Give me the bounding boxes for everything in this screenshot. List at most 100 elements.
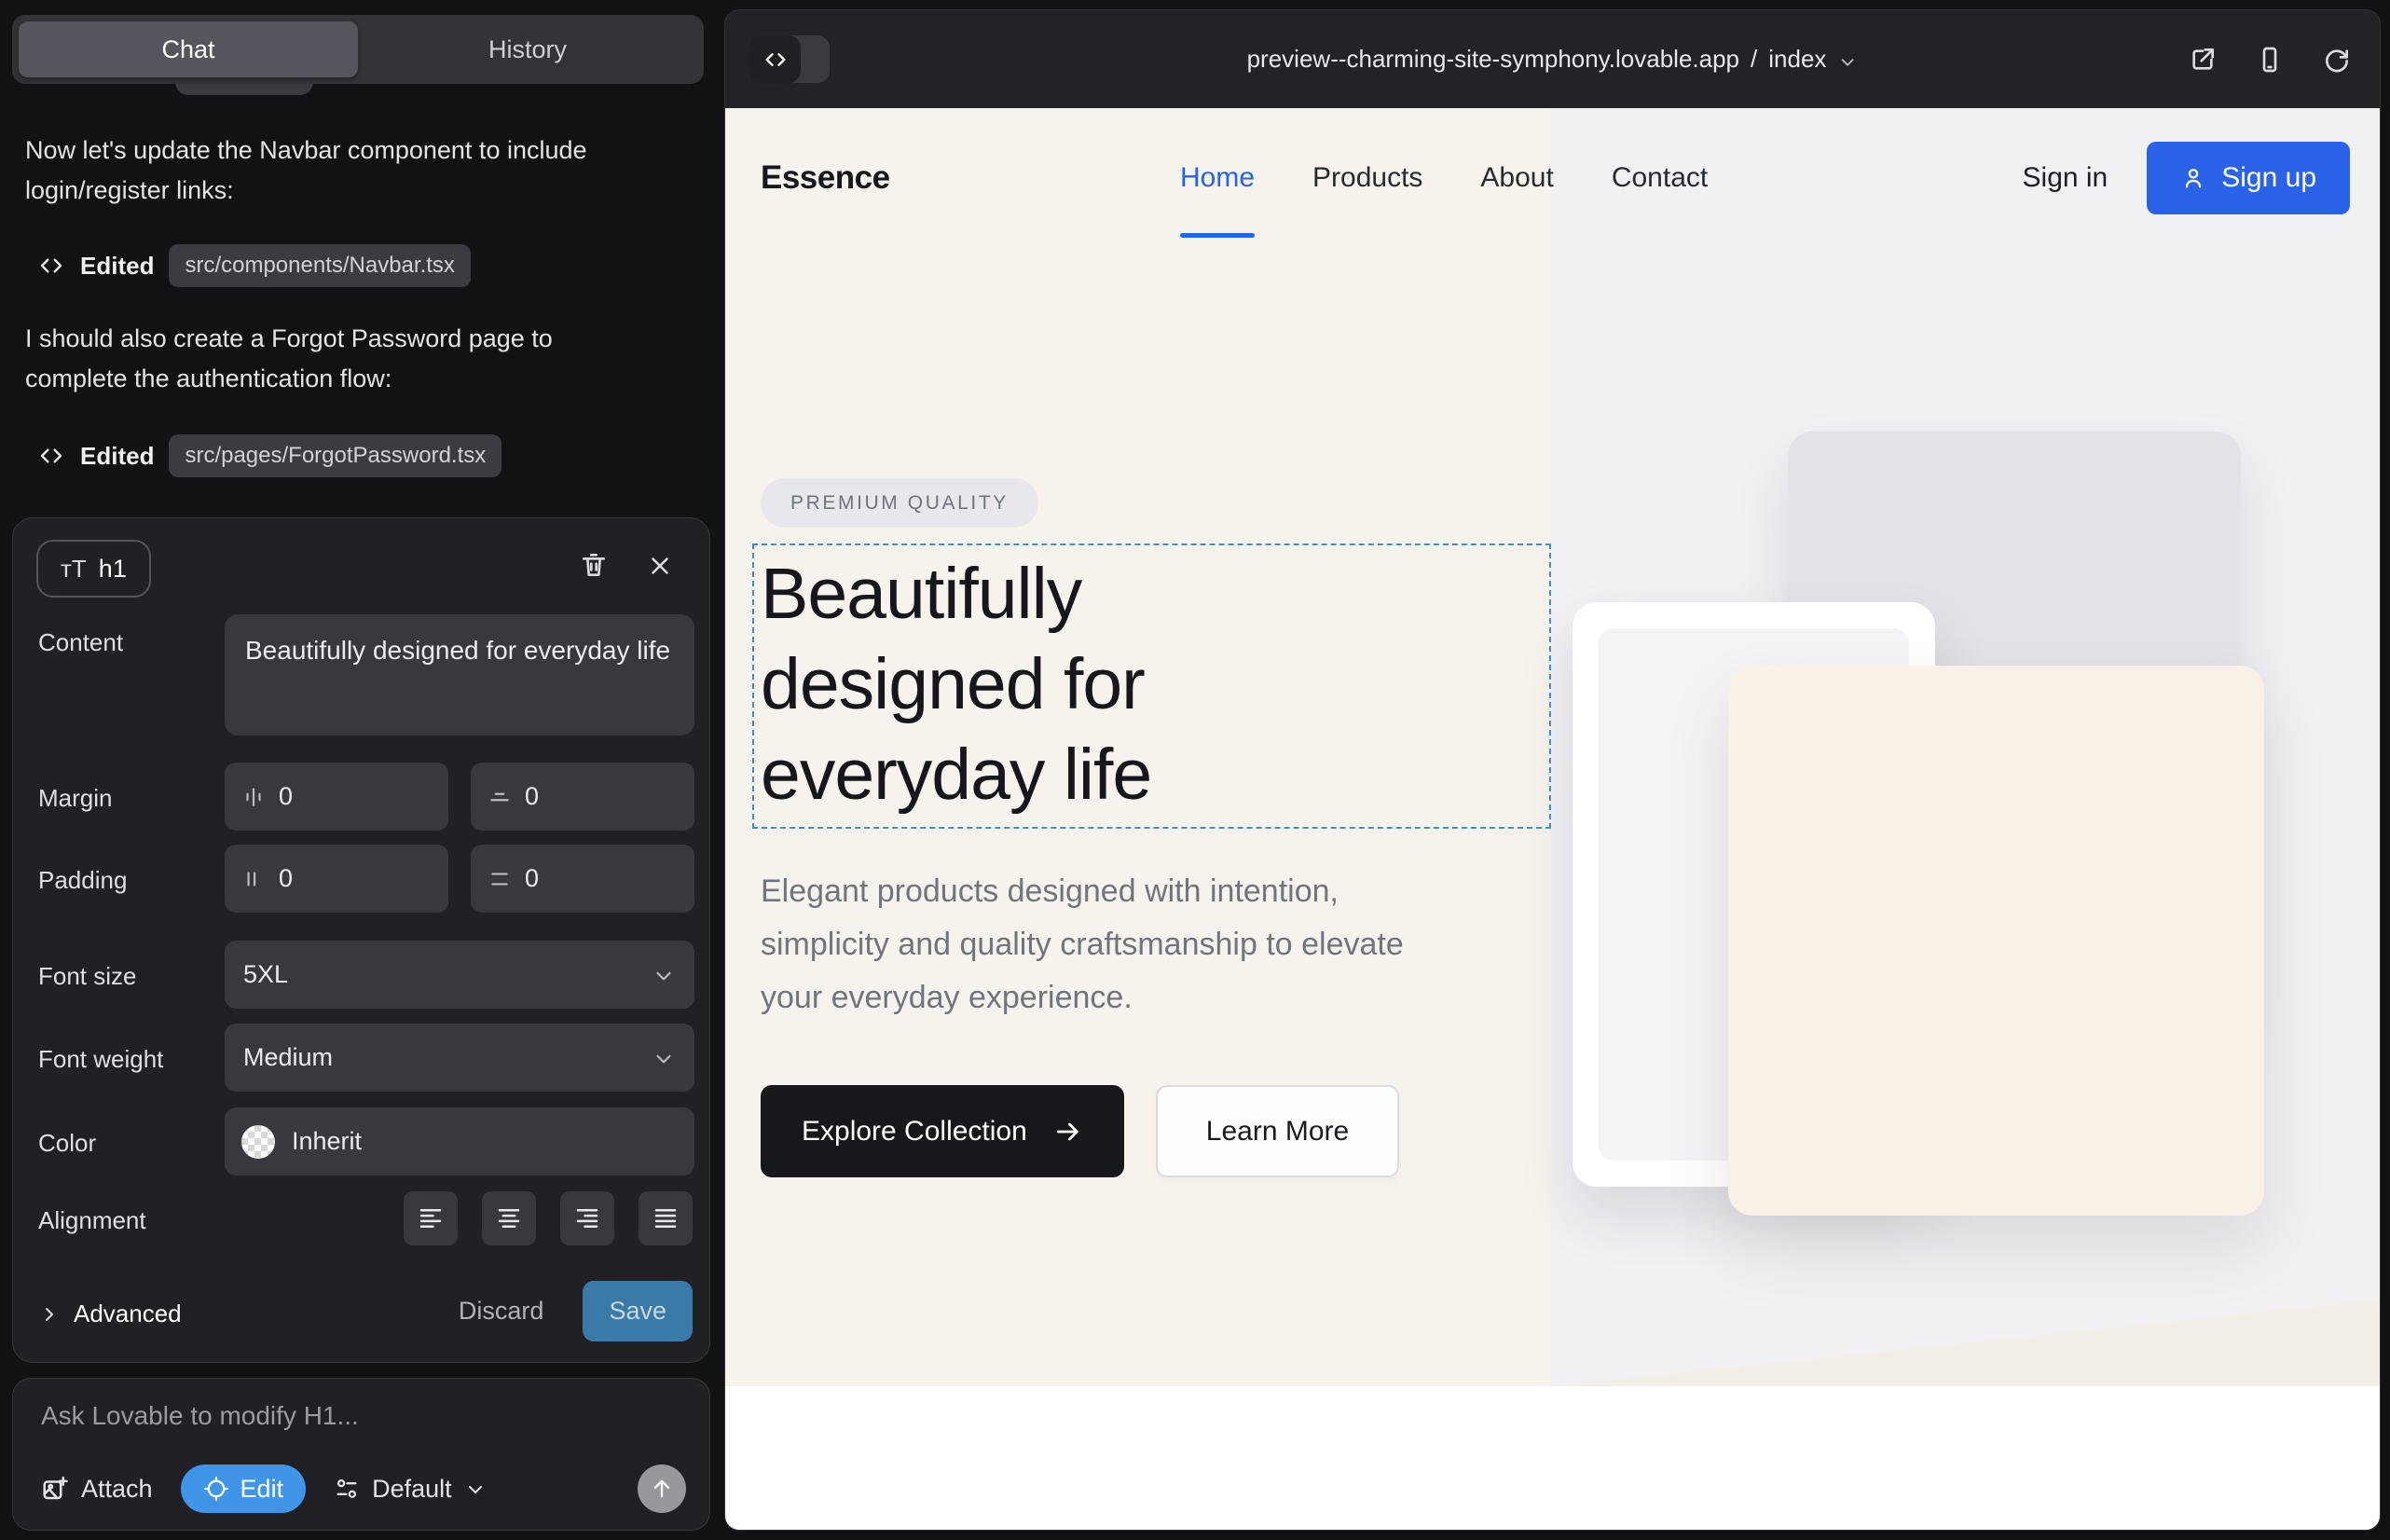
lovable-workspace: ·· Chat History Now let's update the Nav… — [0, 0, 2390, 1540]
attach-button[interactable]: Attach — [41, 1475, 153, 1504]
hero-description: Elegant products designed with intention… — [761, 865, 1413, 1024]
chevron-down-icon — [652, 1046, 676, 1070]
delete-element-button[interactable] — [579, 550, 609, 580]
margin-y-input[interactable]: 0 — [471, 763, 694, 831]
padding-x-input[interactable]: 0 — [225, 845, 448, 913]
tab-history[interactable]: History — [358, 21, 697, 77]
nav-link-contact[interactable]: Contact — [1612, 108, 1708, 248]
align-justify-button[interactable] — [639, 1191, 693, 1245]
preview-toolbar: preview--charming-site-symphony.lovable.… — [725, 10, 2380, 108]
font-weight-select[interactable]: Medium — [225, 1024, 694, 1092]
url-bar[interactable]: preview--charming-site-symphony.lovable.… — [1247, 10, 1859, 108]
typography-icon: тT — [61, 555, 87, 584]
font-size-value: 5XL — [243, 960, 288, 989]
learn-more-button[interactable]: Learn More — [1156, 1085, 1399, 1177]
edited-label: Edited — [80, 252, 154, 281]
code-preview-toggle[interactable] — [749, 35, 830, 83]
code-icon — [37, 442, 65, 470]
margin-horizontal-icon — [241, 785, 266, 809]
default-mode-button[interactable]: Default — [334, 1475, 487, 1504]
align-center-button[interactable] — [482, 1191, 536, 1245]
sign-up-button[interactable]: Sign up — [2147, 142, 2350, 214]
file-chip[interactable]: src/components/Navbar.tsx — [169, 244, 470, 287]
url-separator: / — [1751, 45, 1757, 74]
chat-history-tabs: Chat History — [12, 15, 704, 84]
discard-button[interactable]: Discard — [459, 1297, 544, 1326]
refresh-button[interactable] — [2322, 45, 2352, 75]
explore-collection-label: Explore Collection — [802, 1116, 1027, 1148]
hero-cta-group: Explore Collection Learn More — [761, 1085, 1399, 1177]
file-chip[interactable]: src/pages/ForgotPassword.tsx — [169, 434, 501, 477]
margin-label: Margin — [38, 784, 112, 813]
edited-file-row: Edited src/components/Navbar.tsx — [37, 242, 471, 289]
advanced-toggle[interactable]: Advanced — [38, 1299, 182, 1328]
editor-actions: Discard Save — [459, 1281, 693, 1341]
tab-chat[interactable]: Chat — [19, 21, 358, 77]
chevron-right-icon — [38, 1303, 61, 1326]
save-button[interactable]: Save — [583, 1281, 693, 1341]
selected-element-pill: тT h1 — [36, 540, 151, 598]
align-justify-icon — [652, 1204, 680, 1232]
margin-x-input[interactable]: 0 — [225, 763, 448, 831]
padding-y-value: 0 — [525, 864, 539, 893]
close-editor-button[interactable] — [646, 552, 674, 580]
chat-panel: ·· Chat History Now let's update the Nav… — [0, 0, 724, 1540]
content-input[interactable]: Beautifully designed for everyday life — [225, 614, 694, 736]
advanced-label: Advanced — [74, 1299, 182, 1328]
open-in-new-tab-button[interactable] — [2188, 45, 2218, 75]
site-logo[interactable]: Essence — [761, 108, 890, 248]
transparent-swatch-icon — [241, 1125, 275, 1159]
send-button[interactable] — [638, 1464, 686, 1513]
align-right-button[interactable] — [560, 1191, 614, 1245]
site-navbar: Essence Home Products About Contact Sign… — [725, 108, 2381, 248]
arrow-right-icon — [1053, 1117, 1083, 1147]
chevron-down-icon — [652, 963, 676, 987]
hero-heading[interactable]: Beautifully designed for everyday life — [761, 549, 1301, 820]
site-auth: Sign in Sign up — [2023, 108, 2350, 248]
element-tag: h1 — [99, 555, 127, 584]
external-link-icon — [2188, 45, 2218, 75]
attach-label: Attach — [81, 1475, 153, 1504]
padding-label: Padding — [38, 866, 127, 895]
arrow-up-icon — [649, 1476, 675, 1502]
mobile-view-button[interactable] — [2255, 45, 2285, 75]
edit-mode-button[interactable]: Edit — [181, 1464, 307, 1513]
chat-composer: Attach Edit Default — [12, 1378, 710, 1531]
sign-up-label: Sign up — [2221, 162, 2316, 194]
nav-link-products[interactable]: Products — [1312, 108, 1422, 248]
refresh-icon — [2322, 45, 2352, 75]
nav-link-home[interactable]: Home — [1180, 108, 1255, 248]
padding-y-input[interactable]: 0 — [471, 845, 694, 913]
code-icon — [37, 252, 65, 280]
explore-collection-button[interactable]: Explore Collection — [761, 1085, 1124, 1177]
default-label: Default — [372, 1475, 452, 1504]
preview-tools — [2188, 10, 2352, 108]
chevron-down-icon — [464, 1478, 487, 1500]
edited-file-row: Edited src/pages/ForgotPassword.tsx — [37, 433, 501, 479]
margin-x-value: 0 — [279, 782, 293, 811]
align-left-button[interactable] — [404, 1191, 458, 1245]
site-preview: Essence Home Products About Contact Sign… — [725, 108, 2381, 1531]
color-select[interactable]: Inherit — [225, 1107, 694, 1176]
color-label: Color — [38, 1129, 96, 1158]
hero-badge: PREMIUM QUALITY — [761, 478, 1038, 528]
chat-message: Now let's update the Navbar component to… — [25, 131, 603, 211]
chat-input[interactable] — [41, 1401, 684, 1453]
padding-horizontal-icon — [241, 867, 266, 891]
close-icon — [646, 552, 674, 580]
composer-toolbar: Attach Edit Default — [41, 1464, 487, 1513]
smartphone-icon — [2255, 45, 2285, 75]
padding-vertical-icon — [488, 867, 512, 891]
nav-link-about[interactable]: About — [1480, 108, 1553, 248]
padding-x-value: 0 — [279, 864, 293, 893]
element-selection-outline[interactable]: Beautifully designed for everyday life — [752, 543, 1551, 829]
color-value: Inherit — [292, 1127, 362, 1156]
font-size-select[interactable]: 5XL — [225, 941, 694, 1009]
sign-in-button[interactable]: Sign in — [2023, 162, 2108, 194]
font-weight-value: Medium — [243, 1043, 333, 1072]
preview-path: index — [1768, 45, 1826, 74]
margin-y-value: 0 — [525, 782, 539, 811]
preview-url: preview--charming-site-symphony.lovable.… — [1247, 45, 1739, 74]
chevron-down-icon — [1837, 51, 1858, 72]
alignment-label: Alignment — [38, 1206, 146, 1235]
